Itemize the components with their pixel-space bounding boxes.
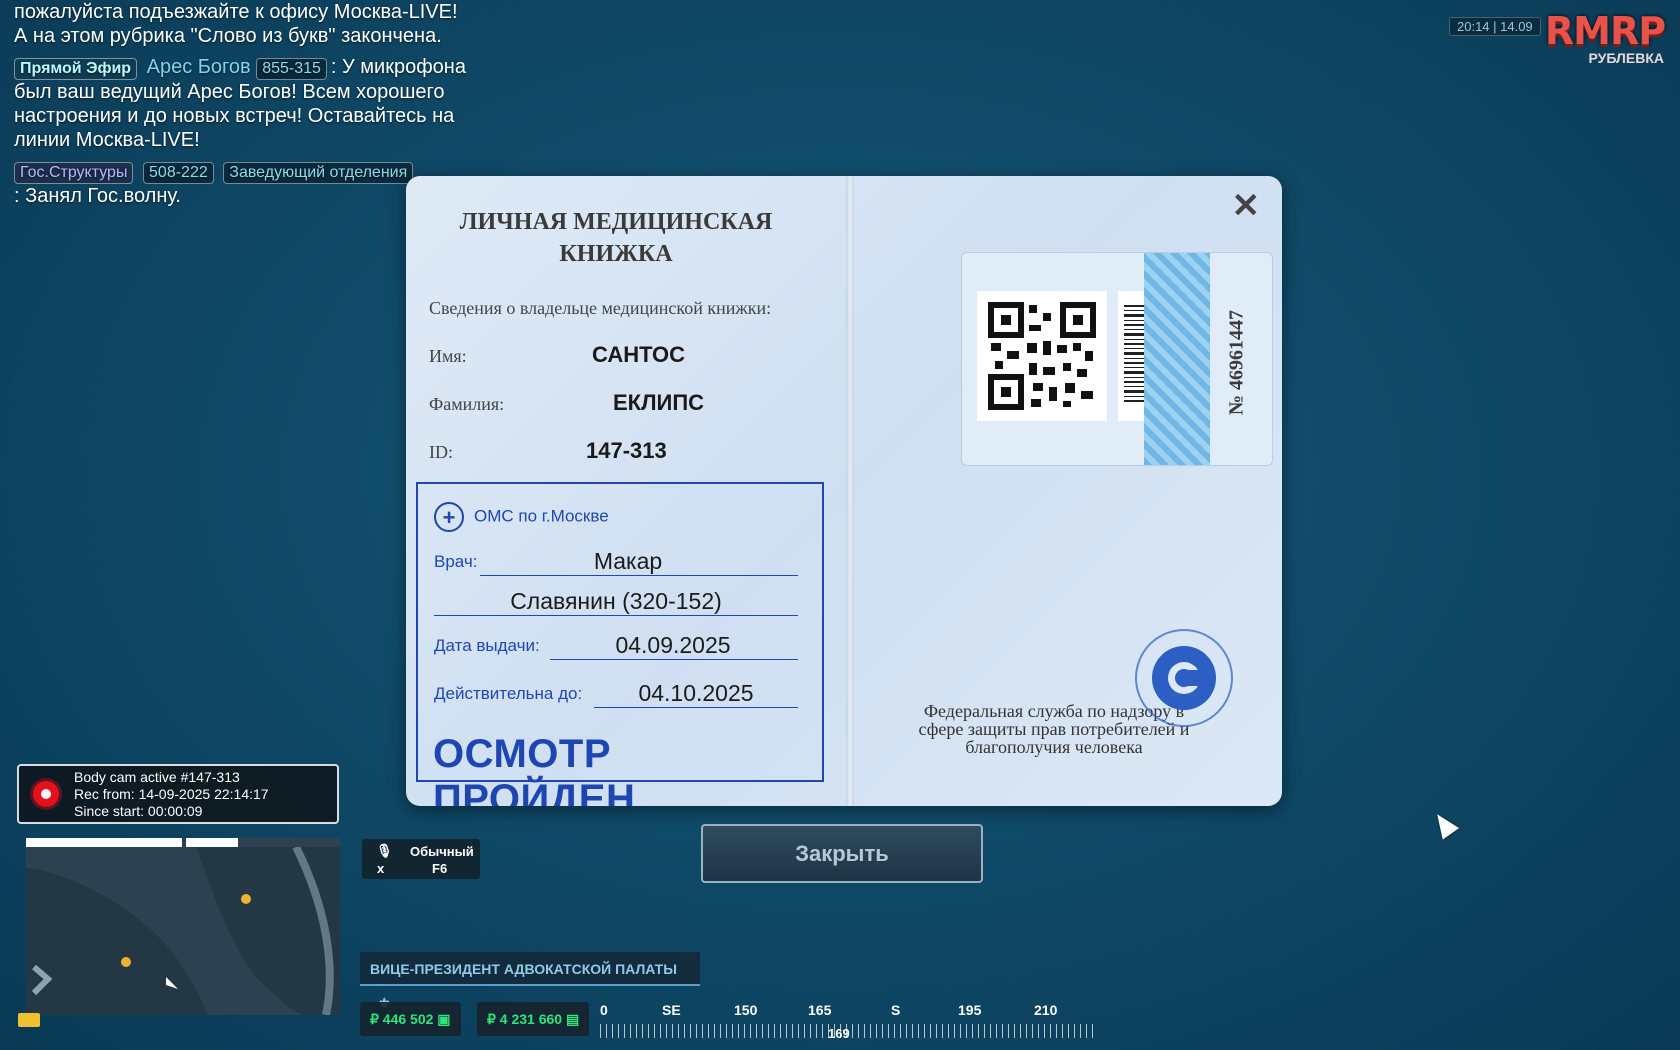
bank-balance: ₽ 4 231 660 ▤ (477, 1002, 590, 1036)
compass: 0 SE 150 165 S 195 210 169 (600, 1000, 1096, 1042)
underline (550, 659, 798, 660)
minimap (26, 838, 340, 1015)
chat-tag: Прямой Эфир (14, 58, 138, 80)
oms-stamp: + ОМС по г.Москве Врач: Макар Славянин (3… (416, 482, 824, 806)
chat-message: Прямой Эфир Арес Богов 855-315: У микроф… (14, 55, 494, 152)
last-name-label: Фамилия: (429, 394, 505, 414)
exam-status: ОСМОТР ПРОЙДЕН (433, 732, 636, 806)
last-name-value: ЕКЛИПС (613, 390, 705, 415)
compass-label: S (891, 1002, 901, 1018)
microphone-icon: 🎙 (376, 843, 393, 858)
compass-label: 150 (734, 1002, 758, 1018)
qr-code-icon (977, 291, 1107, 421)
hologram-strip (1144, 253, 1210, 465)
compass-label: 0 (600, 1002, 608, 1018)
bodycam-line: Rec from: 14-09-2025 22:14:17 (74, 786, 269, 802)
chat-author-id: 855-315 (256, 58, 327, 80)
close-icon[interactable]: ✕ (1232, 186, 1261, 226)
underline (434, 615, 798, 616)
serial-number: № 46961447 (1225, 309, 1248, 416)
id-value: 147-313 (586, 438, 667, 463)
map-marker-icon (121, 957, 131, 967)
underline (594, 707, 798, 708)
health-bar (26, 838, 182, 847)
owner-header: Сведения о владельце медицинской книжки: (429, 298, 772, 318)
chat-author-id: 508-222 (143, 162, 214, 184)
mouse-cursor-icon (1428, 808, 1460, 840)
voice-key: F6 (432, 861, 448, 876)
chat-role: Заведующий отделения (223, 162, 414, 184)
oms-org: + ОМС по г.Москве (434, 502, 609, 532)
voice-indicator: 🎙 x Обычный F6 (362, 839, 480, 879)
mic-state: x (377, 861, 385, 876)
security-card: № 46961447 (961, 252, 1273, 466)
doctor-line2: Славянин (320-152) (510, 588, 722, 614)
oms-org-label: ОМС по г.Москве (474, 506, 609, 526)
first-name-value: САНТОС (592, 342, 686, 367)
bank-value: ₽ 4 231 660 (487, 1011, 563, 1027)
compass-label: 195 (958, 1002, 982, 1018)
valid-until-label: Действительна до: (434, 684, 583, 703)
id-label: ID: (429, 442, 453, 462)
voice-mode: Обычный (410, 844, 474, 859)
medical-cross-icon: + (434, 502, 464, 532)
medical-book-title: ЛИЧНАЯ МЕДИЦИНСКАЯ КНИЖКА (459, 209, 773, 267)
close-button[interactable]: Закрыть (701, 824, 983, 883)
medical-book-right-page: ✕ № 46961447 Федеральная служба по надзо… (854, 176, 1282, 806)
bodycam-panel: Body cam active #147-313 Rec from: 14-09… (17, 764, 339, 824)
server-logo: RMRP РУБЛЕВКА (1540, 12, 1670, 66)
bodycam-line: Since start: 00:00:09 (74, 803, 203, 819)
cash-value: ₽ 446 502 (370, 1011, 434, 1027)
id-card-icon (18, 1013, 40, 1027)
doctor-label: Врач: (434, 552, 478, 571)
medical-book-left-page: ЛИЧНАЯ МЕДИЦИНСКАЯ КНИЖКА Сведения о вла… (406, 176, 846, 806)
logo-main: RMRP (1544, 9, 1666, 53)
chat-message: пожалуйста подъезжайте к офису Москва-LI… (14, 0, 494, 48)
armor-bar (186, 838, 238, 847)
valid-until-value: 04.10.2025 (638, 680, 754, 706)
wallet-icon: ▣ (437, 1011, 451, 1027)
clock: 20:14 | 14.09 (1449, 17, 1541, 36)
underline (480, 575, 798, 576)
bank-card-icon: ▤ (565, 1011, 580, 1027)
compass-label: 210 (1034, 1002, 1058, 1018)
role-text: ВИЦЕ-ПРЕЗИДЕНТ АДВОКАТСКОЙ ПАЛАТЫ (370, 961, 677, 977)
compass-heading: 169 (828, 1026, 850, 1041)
compass-label: SE (662, 1002, 681, 1018)
issue-date-label: Дата выдачи: (434, 636, 540, 655)
book-spine (846, 176, 854, 806)
map-marker-icon (241, 894, 251, 904)
chat-text: : Занял Гос.волну. (14, 185, 181, 207)
first-name-label: Имя: (429, 346, 467, 366)
agency-seal-icon (1132, 626, 1236, 730)
doctor-line1: Макар (593, 548, 663, 574)
chat-text: пожалуйста подъезжайте к офису Москва-LI… (14, 1, 458, 23)
bodycam-info: Body cam active #147-313 Rec from: 14-09… (74, 769, 269, 820)
chat-tag: Гос.Структуры (14, 162, 134, 184)
issue-date-value: 04.09.2025 (615, 632, 731, 658)
role-banner: ВИЦЕ-ПРЕЗИДЕНТ АДВОКАТСКОЙ ПАЛАТЫ ⚜ (360, 952, 700, 1011)
compass-label: 165 (808, 1002, 832, 1018)
medical-book: ЛИЧНАЯ МЕДИЦИНСКАЯ КНИЖКА Сведения о вла… (406, 176, 1282, 806)
record-icon (33, 781, 59, 807)
cash-balance: ₽ 446 502 ▣ (360, 1002, 461, 1036)
chat-author: Арес Богов (146, 56, 251, 78)
chat-text: А на этом рубрика "Слово из букв" законч… (14, 25, 442, 47)
bodycam-line: Body cam active #147-313 (74, 769, 240, 785)
